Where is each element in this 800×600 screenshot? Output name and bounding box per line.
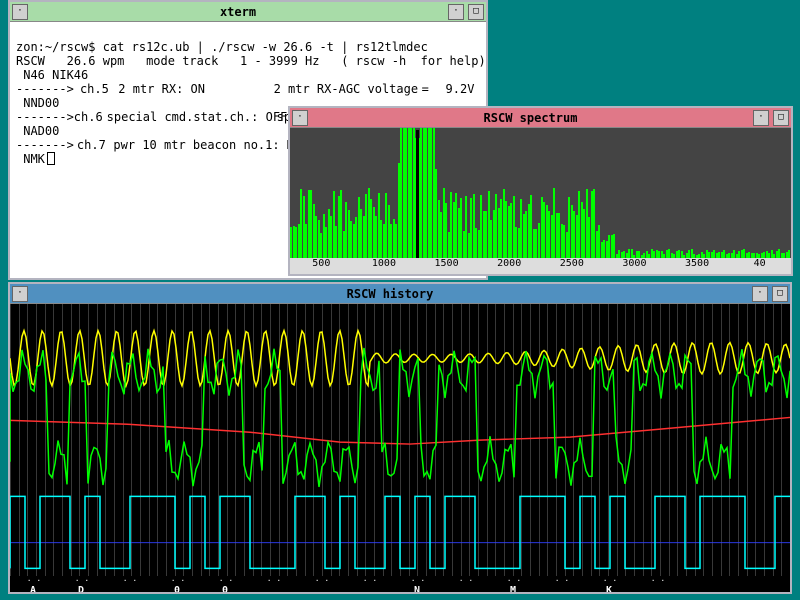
x-axis: 50010001500200025003000350040 [290, 258, 791, 274]
maximize-icon[interactable] [773, 110, 789, 126]
maximize-icon[interactable] [468, 4, 484, 20]
spectrum-title: RSCW spectrum [310, 111, 751, 125]
menu-icon[interactable] [12, 286, 28, 302]
history-titlebar[interactable]: RSCW history [10, 284, 790, 304]
minimize-icon[interactable] [753, 110, 769, 126]
menu-icon[interactable] [292, 110, 308, 126]
minimize-icon[interactable] [752, 286, 768, 302]
decoded-letters: · ·A· ·D· ·· ·0· ·0· ·· ·· ·· ·N· ·· ·M·… [10, 576, 790, 592]
xterm-title: xterm [30, 5, 446, 19]
spectrum-titlebar[interactable]: RSCW spectrum [290, 108, 791, 128]
menu-icon[interactable] [12, 4, 28, 20]
xterm-titlebar[interactable]: xterm [10, 2, 486, 22]
maximize-icon[interactable] [772, 286, 788, 302]
history-plot: · ·A· ·D· ·· ·0· ·0· ·· ·· ·· ·N· ·· ·M·… [10, 304, 790, 592]
spectrum-plot: 50010001500200025003000350040 [290, 128, 791, 274]
spectrum-window[interactable]: RSCW spectrum 50010001500200025003000350… [288, 106, 793, 276]
history-title: RSCW history [30, 287, 750, 301]
peak-marker [416, 130, 419, 258]
minimize-icon[interactable] [448, 4, 464, 20]
history-window[interactable]: RSCW history · ·A· ·D· ·· ·0· ·0· ·· ·· … [8, 282, 792, 594]
